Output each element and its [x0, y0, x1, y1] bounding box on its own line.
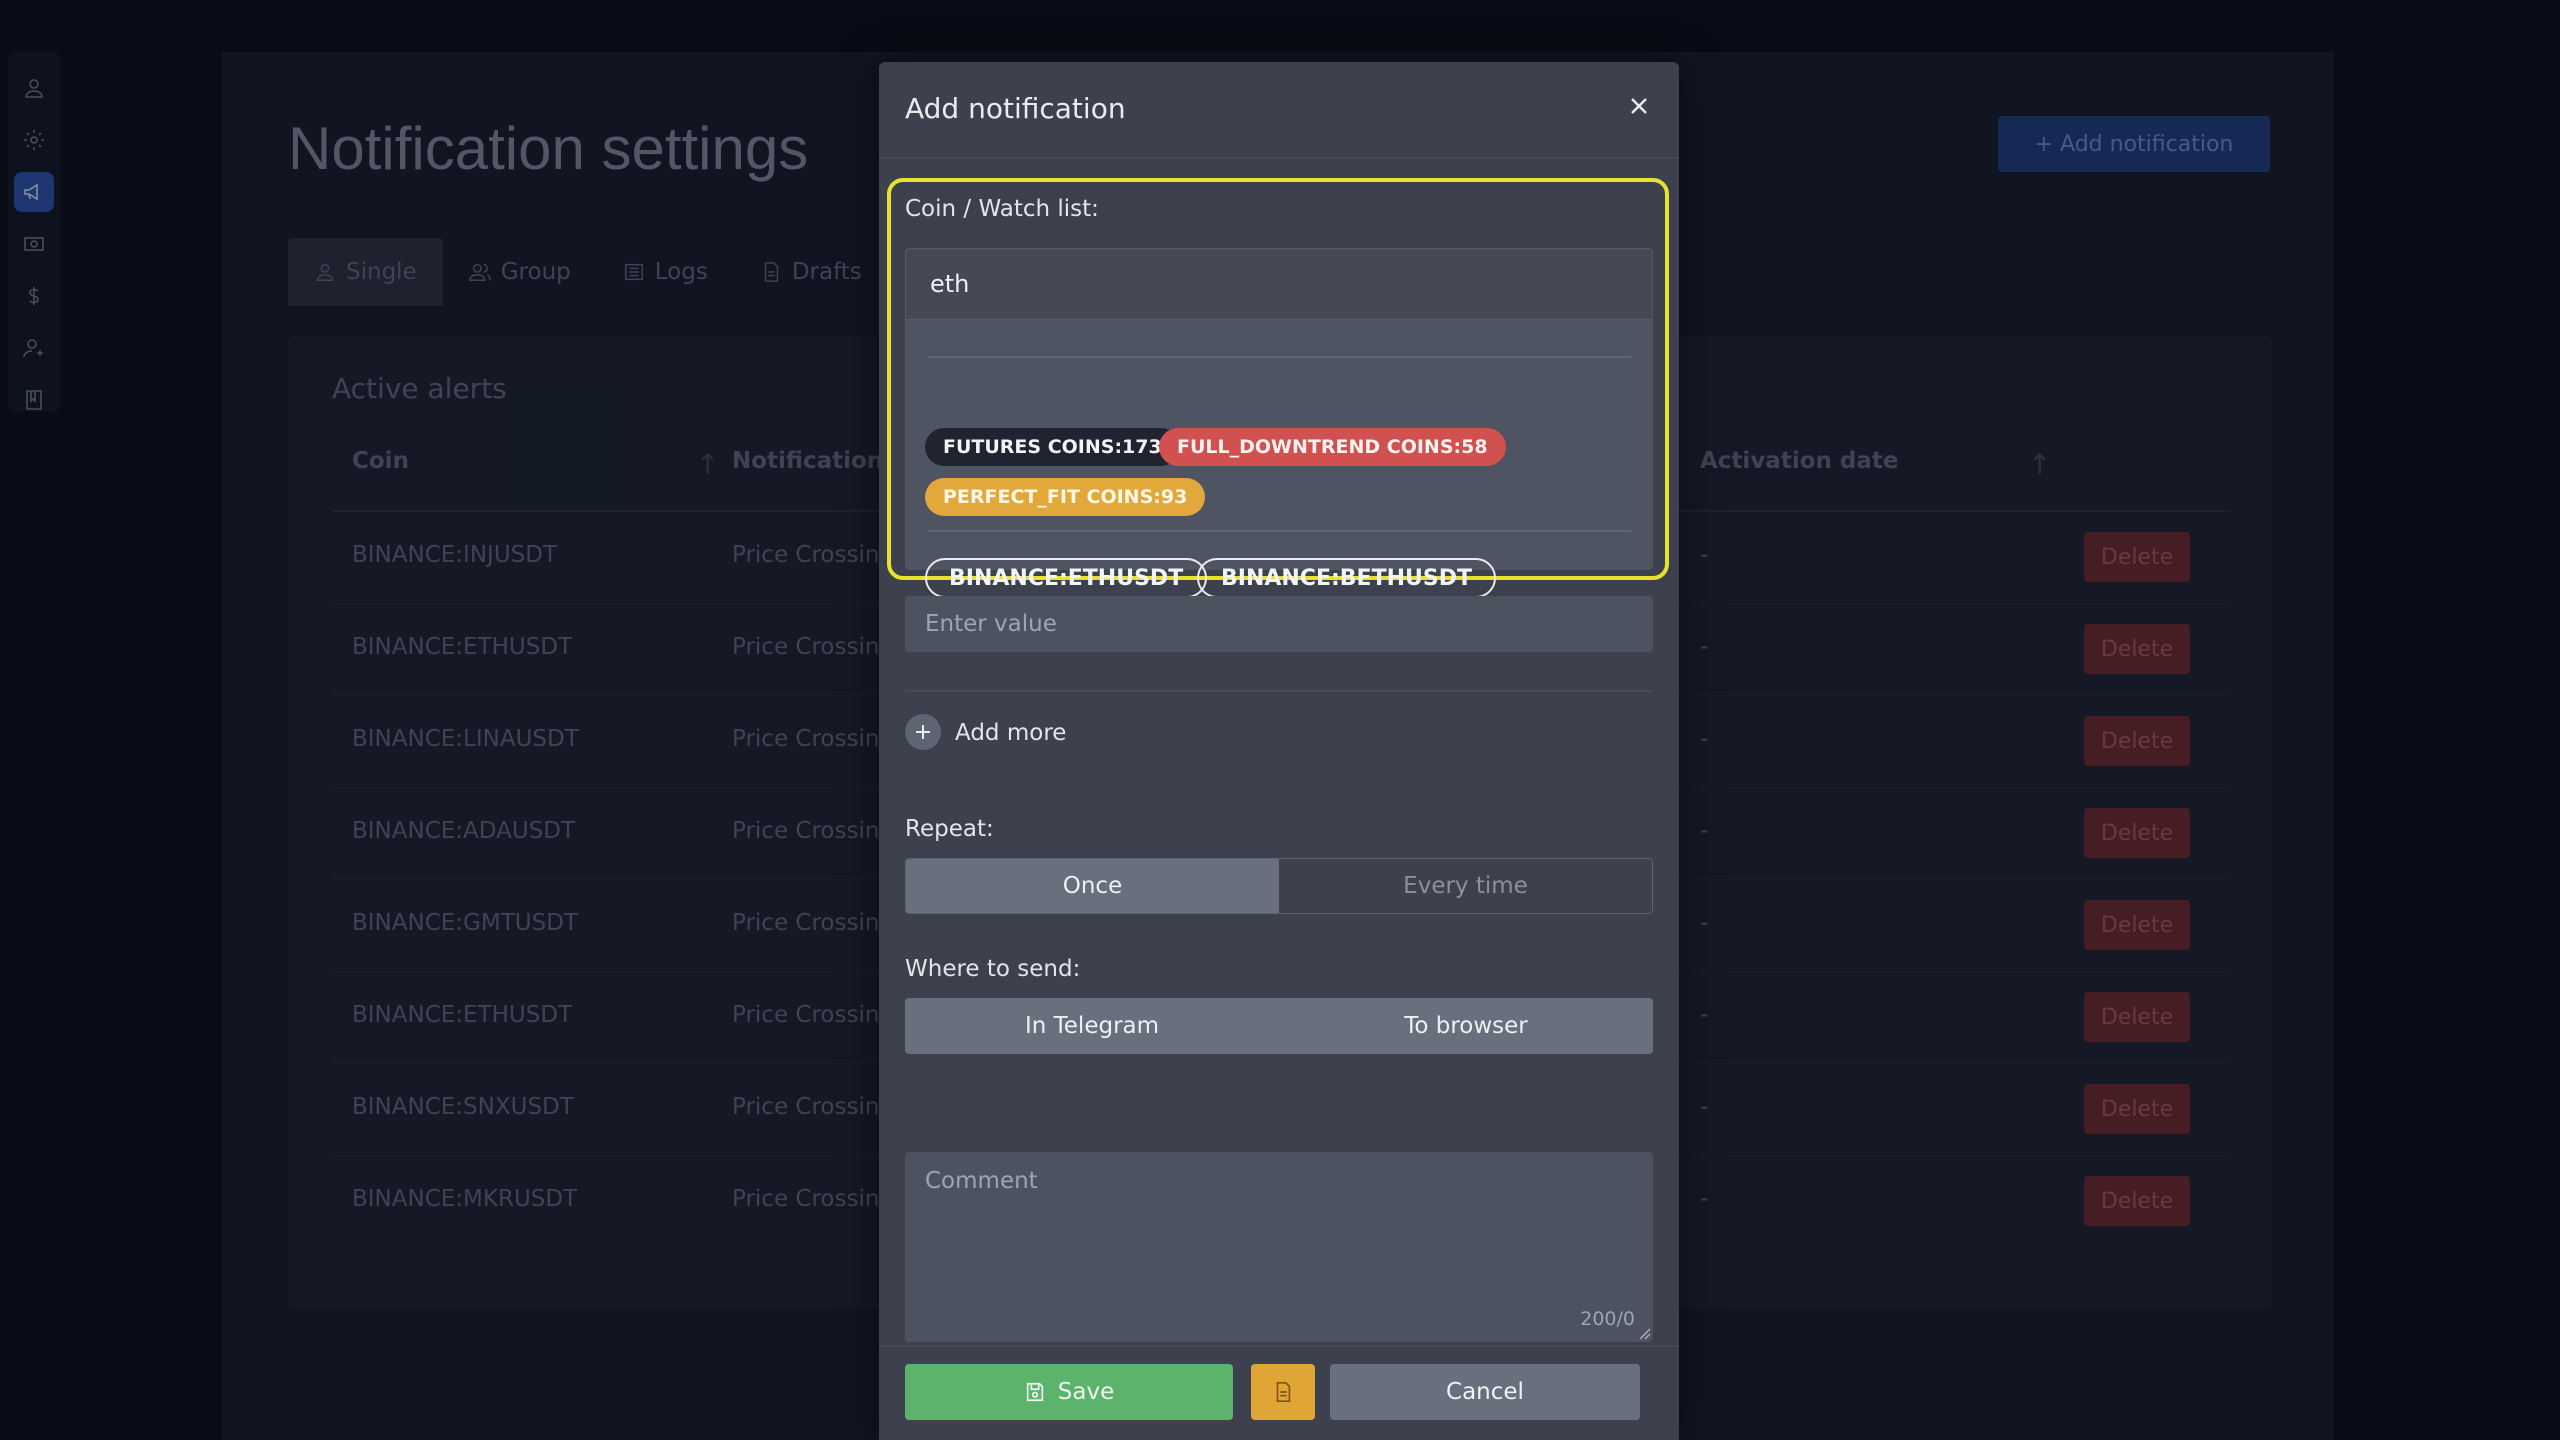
modal-header: Add notification [879, 62, 1679, 158]
value-input[interactable]: Enter value [905, 596, 1653, 652]
save-icon [1026, 1382, 1043, 1402]
comment-counter: 200/0 [1580, 1308, 1635, 1330]
save-button[interactable]: Save [905, 1364, 1233, 1420]
coin-search-input[interactable]: eth [905, 248, 1653, 320]
send-destination-toggle: In Telegram To browser [905, 998, 1653, 1054]
dropdown-divider [927, 356, 1631, 358]
coin-watchlist-label: Coin / Watch list: [905, 196, 1099, 222]
watchlist-pill-perfect-fit[interactable]: PERFECT_FIT COINS:93 [925, 478, 1206, 516]
repeat-toggle: Once Every time [905, 858, 1653, 914]
document-icon [1276, 1382, 1291, 1402]
comment-textarea[interactable]: Comment 200/0 [905, 1152, 1653, 1342]
divider [905, 690, 1653, 692]
watchlist-pill-full-downtrend[interactable]: FULL_DOWNTREND COINS:58 [1159, 428, 1506, 466]
send-telegram-option[interactable]: In Telegram [905, 998, 1279, 1054]
coin-option-bethusdt[interactable]: BINANCE:BETHUSDT [1197, 558, 1496, 598]
coin-option-ethusdt[interactable]: BINANCE:ETHUSDT [925, 558, 1208, 598]
dropdown-divider [927, 530, 1631, 532]
send-browser-option[interactable]: To browser [1279, 998, 1653, 1054]
where-to-send-label: Where to send: [905, 956, 1081, 982]
plus-icon[interactable] [905, 714, 941, 750]
resize-handle-icon[interactable] [1637, 1326, 1651, 1340]
save-label: Save [1057, 1379, 1115, 1405]
add-more-label[interactable]: Add more [955, 720, 1066, 746]
add-notification-modal: Add notification Coin / Watch list: eth … [879, 62, 1679, 1440]
watchlist-pill-futures[interactable]: FUTURES COINS:173 [925, 428, 1180, 466]
repeat-once-option[interactable]: Once [906, 859, 1279, 913]
cancel-button[interactable]: Cancel [1330, 1364, 1640, 1420]
close-icon[interactable] [1621, 88, 1657, 124]
modal-title: Add notification [905, 92, 1126, 125]
save-draft-button[interactable] [1251, 1364, 1315, 1420]
repeat-every-time-option[interactable]: Every time [1279, 859, 1652, 913]
repeat-label: Repeat: [905, 816, 994, 842]
coin-suggestions-dropdown: FUTURES COINS:173 FULL_DOWNTREND COINS:5… [905, 320, 1653, 570]
comment-placeholder: Comment [925, 1168, 1038, 1194]
footer-divider [879, 1346, 1679, 1347]
